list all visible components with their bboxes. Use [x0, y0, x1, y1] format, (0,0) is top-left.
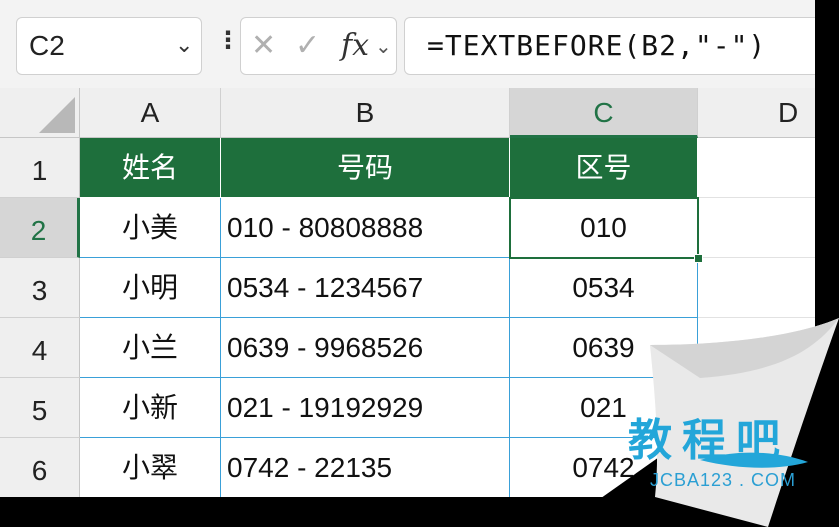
row-header-1[interactable]: 1 [0, 138, 80, 198]
formula-text: =TEXTBEFORE(B2,"-") [427, 29, 767, 62]
cell-b5[interactable]: 021 - 19192929 [221, 378, 510, 438]
name-box-value: C2 [29, 30, 65, 61]
cell-b6[interactable]: 0742 - 22135 [221, 438, 510, 497]
chevron-down-icon[interactable]: ⌄ [175, 32, 193, 58]
formula-input[interactable]: =TEXTBEFORE(B2,"-") [404, 17, 815, 75]
cross-icon[interactable]: ✕ [251, 28, 276, 63]
cell-d4[interactable] [698, 318, 815, 378]
check-icon[interactable]: ✓ [295, 28, 320, 63]
screenshot-frame: C2 ⌄ ⋮ ✕ ✓ fx ⌄ =TEXTBEFORE(B2,"-") A B … [0, 0, 839, 527]
watermark-url: JCBA123 . COM [650, 470, 797, 490]
cell-c3[interactable]: 0534 [510, 258, 698, 318]
cell-b2[interactable]: 010 - 80808888 [221, 198, 510, 258]
column-header-b[interactable]: B [221, 88, 510, 138]
cell-a2[interactable]: 小美 [80, 198, 221, 258]
cell-a4[interactable]: 小兰 [80, 318, 221, 378]
column-header-a[interactable]: A [80, 88, 221, 138]
row-header-4[interactable]: 4 [0, 318, 80, 378]
select-all-button[interactable] [0, 88, 80, 138]
cell-d1[interactable] [698, 138, 815, 198]
vertical-ellipsis-icon[interactable]: ⋮ [216, 26, 240, 55]
active-cell-border [509, 197, 699, 259]
row-header-3[interactable]: 3 [0, 258, 80, 318]
formula-buttons: ✕ ✓ fx ⌄ [240, 17, 397, 75]
select-all-triangle-icon [39, 97, 75, 133]
row-header-5[interactable]: 5 [0, 378, 80, 438]
fx-icon[interactable]: fx [341, 28, 369, 63]
column-header-c[interactable]: C [510, 88, 698, 138]
cell-d3[interactable] [698, 258, 815, 318]
name-box[interactable]: C2 ⌄ [16, 17, 202, 75]
column-header-d[interactable]: D [698, 88, 815, 138]
cell-d2[interactable] [698, 198, 815, 258]
cell-c4[interactable]: 0639 [510, 318, 698, 378]
cell-a3[interactable]: 小明 [80, 258, 221, 318]
row-header-2[interactable]: 2 [0, 198, 80, 258]
formula-bar: C2 ⌄ ⋮ ✕ ✓ fx ⌄ =TEXTBEFORE(B2,"-") [0, 0, 815, 88]
cell-a6[interactable]: 小翠 [80, 438, 221, 497]
cell-a5[interactable]: 小新 [80, 378, 221, 438]
chevron-down-icon[interactable]: ⌄ [375, 34, 392, 59]
watermark-logo: 教程吧 [628, 415, 790, 466]
cell-c1[interactable]: 区号 [510, 138, 698, 198]
cell-b1[interactable]: 号码 [221, 138, 510, 198]
row-header-6[interactable]: 6 [0, 438, 80, 497]
cell-b4[interactable]: 0639 - 9968526 [221, 318, 510, 378]
cell-b3[interactable]: 0534 - 1234567 [221, 258, 510, 318]
cell-a1[interactable]: 姓名 [80, 138, 221, 198]
fill-handle[interactable] [694, 254, 703, 263]
